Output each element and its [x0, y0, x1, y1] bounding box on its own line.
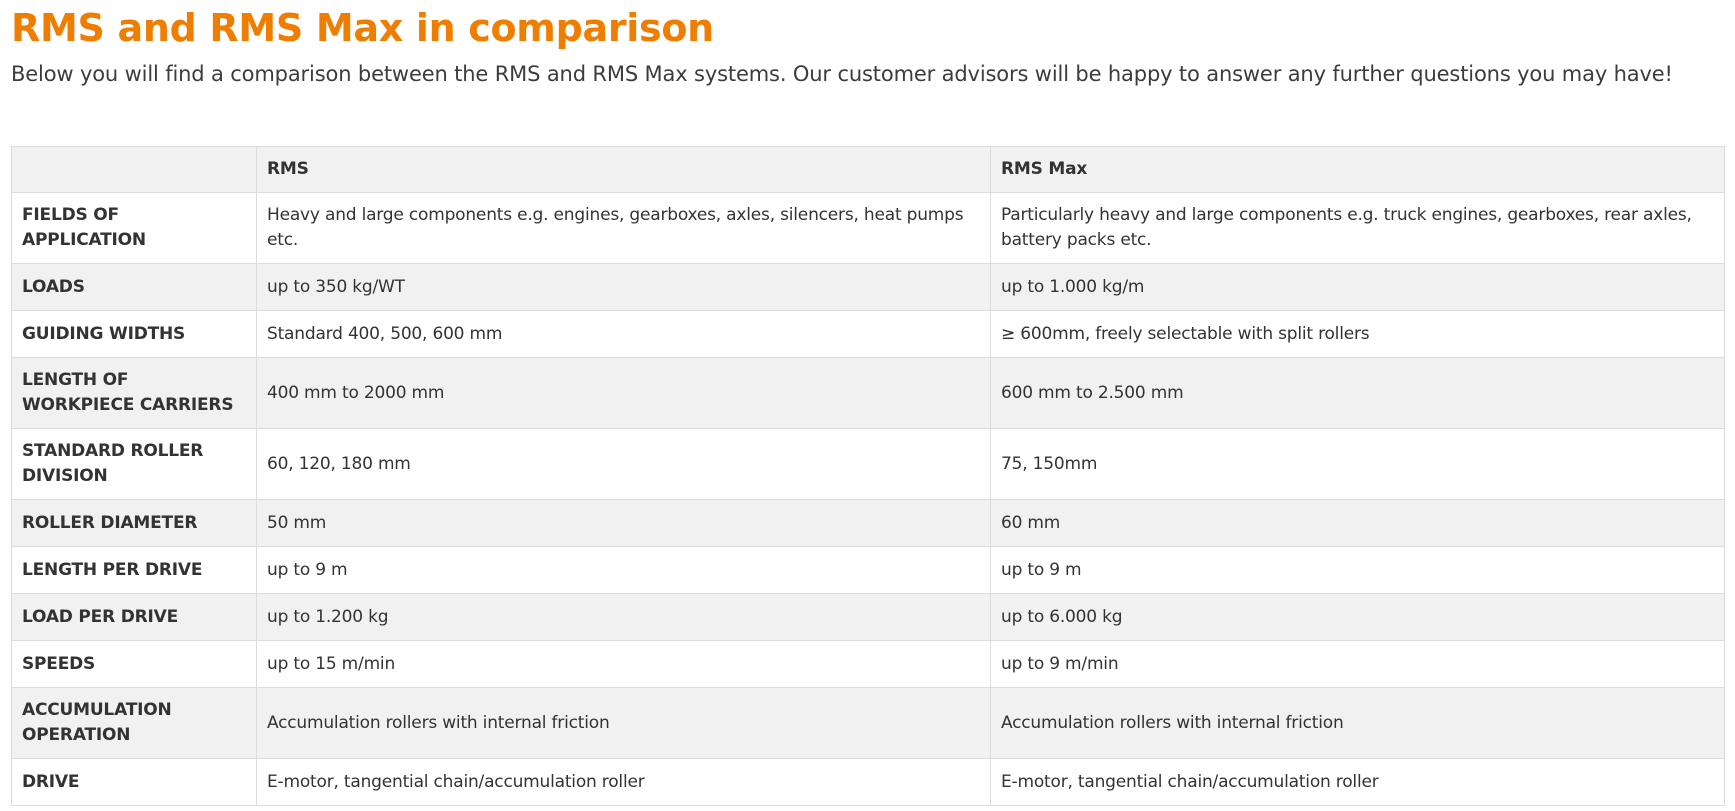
- table-row: SPEEDS up to 15 m/min up to 9 m/min: [11, 640, 1725, 688]
- cell-rms: 60, 120, 180 mm: [256, 428, 991, 500]
- row-label: LOADS: [11, 263, 257, 311]
- row-label: GUIDING WIDTHS: [11, 310, 257, 358]
- header-cell-empty: [11, 146, 257, 193]
- cell-rms-max: up to 6.000 kg: [990, 593, 1725, 641]
- row-label: LENGTH OF WORKPIECE CARRIERS: [11, 357, 257, 429]
- table-row: ROLLER DIAMETER 50 mm 60 mm: [11, 499, 1725, 547]
- cell-rms-max: 600 mm to 2.500 mm: [990, 357, 1725, 429]
- table-row: GUIDING WIDTHS Standard 400, 500, 600 mm…: [11, 310, 1725, 358]
- cell-rms: 400 mm to 2000 mm: [256, 357, 991, 429]
- cell-rms-max: E-motor, tangential chain/accumulation r…: [990, 758, 1725, 806]
- header-row: RMS RMS Max: [11, 146, 1725, 193]
- cell-rms: E-motor, tangential chain/accumulation r…: [256, 758, 991, 806]
- row-label: LENGTH PER DRIVE: [11, 546, 257, 594]
- cell-rms-max: Accumulation rollers with internal frict…: [990, 687, 1725, 759]
- table-row: LENGTH PER DRIVE up to 9 m up to 9 m: [11, 546, 1725, 594]
- cell-rms-max: Particularly heavy and large components …: [990, 192, 1725, 264]
- cell-rms: up to 15 m/min: [256, 640, 991, 688]
- cell-rms-max: 60 mm: [990, 499, 1725, 547]
- page-title: RMS and RMS Max in comparison: [11, 6, 714, 50]
- cell-rms: up to 350 kg/WT: [256, 263, 991, 311]
- cell-rms-max: up to 9 m: [990, 546, 1725, 594]
- cell-rms: Accumulation rollers with internal frict…: [256, 687, 991, 759]
- comparison-table: RMS RMS Max FIELDS OF APPLICATION Heavy …: [11, 146, 1725, 806]
- cell-rms: up to 1.200 kg: [256, 593, 991, 641]
- header-cell-rms: RMS: [256, 146, 991, 193]
- cell-rms-max: 75, 150mm: [990, 428, 1725, 500]
- table-row: LENGTH OF WORKPIECE CARRIERS 400 mm to 2…: [11, 357, 1725, 429]
- header-cell-rms-max: RMS Max: [990, 146, 1725, 193]
- table-row: FIELDS OF APPLICATION Heavy and large co…: [11, 192, 1725, 264]
- row-label: LOAD PER DRIVE: [11, 593, 257, 641]
- row-label: ROLLER DIAMETER: [11, 499, 257, 547]
- row-label: STANDARD ROLLER DIVISION: [11, 428, 257, 500]
- cell-rms-max: up to 1.000 kg/m: [990, 263, 1725, 311]
- row-label: ACCUMULATION OPERATION: [11, 687, 257, 759]
- cell-rms: Standard 400, 500, 600 mm: [256, 310, 991, 358]
- table-row: DRIVE E-motor, tangential chain/accumula…: [11, 758, 1725, 806]
- cell-rms-max: ≥ 600mm, freely selectable with split ro…: [990, 310, 1725, 358]
- intro-text: Below you will find a comparison between…: [11, 62, 1673, 86]
- table-row: ACCUMULATION OPERATION Accumulation roll…: [11, 687, 1725, 759]
- row-label: FIELDS OF APPLICATION: [11, 192, 257, 264]
- row-label: DRIVE: [11, 758, 257, 806]
- table-row: LOAD PER DRIVE up to 1.200 kg up to 6.00…: [11, 593, 1725, 641]
- cell-rms: 50 mm: [256, 499, 991, 547]
- cell-rms: Heavy and large components e.g. engines,…: [256, 192, 991, 264]
- table-row: STANDARD ROLLER DIVISION 60, 120, 180 mm…: [11, 428, 1725, 500]
- table-row: LOADS up to 350 kg/WT up to 1.000 kg/m: [11, 263, 1725, 311]
- cell-rms: up to 9 m: [256, 546, 991, 594]
- row-label: SPEEDS: [11, 640, 257, 688]
- cell-rms-max: up to 9 m/min: [990, 640, 1725, 688]
